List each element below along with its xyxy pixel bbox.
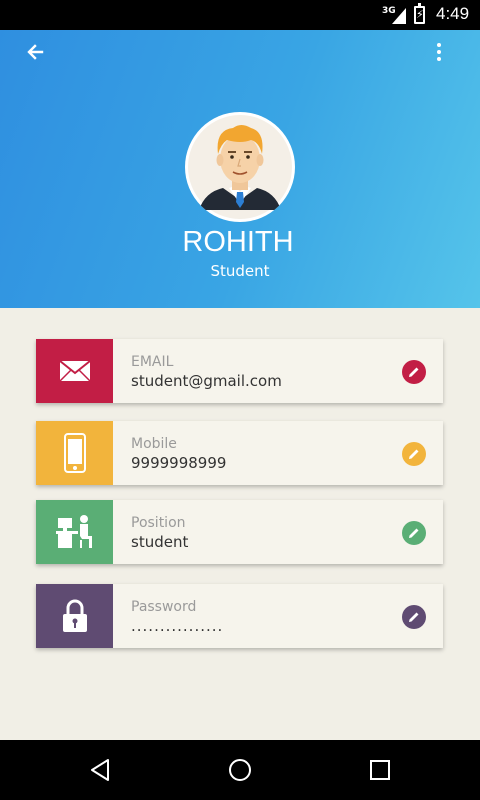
mobile-value: 9999998999	[131, 454, 227, 472]
edit-mobile-button[interactable]	[402, 442, 426, 466]
pencil-icon	[409, 367, 419, 377]
position-label: Position	[131, 515, 186, 531]
status-time: 4:49	[436, 4, 470, 23]
password-value: ................	[131, 617, 224, 635]
desk-worker-icon	[55, 515, 92, 548]
password-label: Password	[131, 599, 197, 615]
profile-name: ROHITH	[182, 226, 294, 258]
mobile-icon-box	[36, 421, 113, 485]
edit-email-button[interactable]	[402, 360, 426, 384]
more-options-icon[interactable]	[430, 40, 448, 64]
nav-recents-icon[interactable]	[368, 758, 392, 782]
profile-role: Student	[210, 262, 270, 280]
signal-icon	[392, 8, 406, 24]
password-icon-box	[36, 584, 113, 648]
email-label: EMAIL	[131, 354, 174, 370]
position-value: student	[131, 533, 189, 551]
email-card: EMAIL student@gmail.com	[36, 339, 443, 403]
edit-position-button[interactable]	[402, 521, 426, 545]
back-arrow-icon[interactable]	[26, 42, 46, 62]
profile-header: ROHITH Student	[0, 30, 480, 308]
email-icon-box	[36, 339, 113, 403]
nav-home-icon[interactable]	[228, 758, 252, 782]
status-bar: 3G ⚡ 4:49	[0, 0, 480, 30]
nav-back-icon[interactable]	[88, 758, 112, 782]
position-card: Position student	[36, 500, 443, 564]
battery-icon: ⚡	[414, 3, 425, 24]
mobile-label: Mobile	[131, 436, 177, 452]
position-icon-box	[36, 500, 113, 564]
pencil-icon	[409, 449, 419, 459]
navigation-bar	[0, 740, 480, 800]
phone-icon	[63, 433, 86, 473]
avatar[interactable]	[185, 112, 295, 222]
lock-icon	[62, 599, 87, 632]
pencil-icon	[409, 528, 419, 538]
pencil-icon	[409, 612, 419, 622]
user-avatar-icon	[188, 115, 292, 219]
edit-password-button[interactable]	[402, 605, 426, 629]
password-card: Password ................	[36, 584, 443, 648]
mobile-card: Mobile 9999998999	[36, 421, 443, 485]
email-value: student@gmail.com	[131, 372, 282, 390]
envelope-icon	[58, 360, 91, 382]
